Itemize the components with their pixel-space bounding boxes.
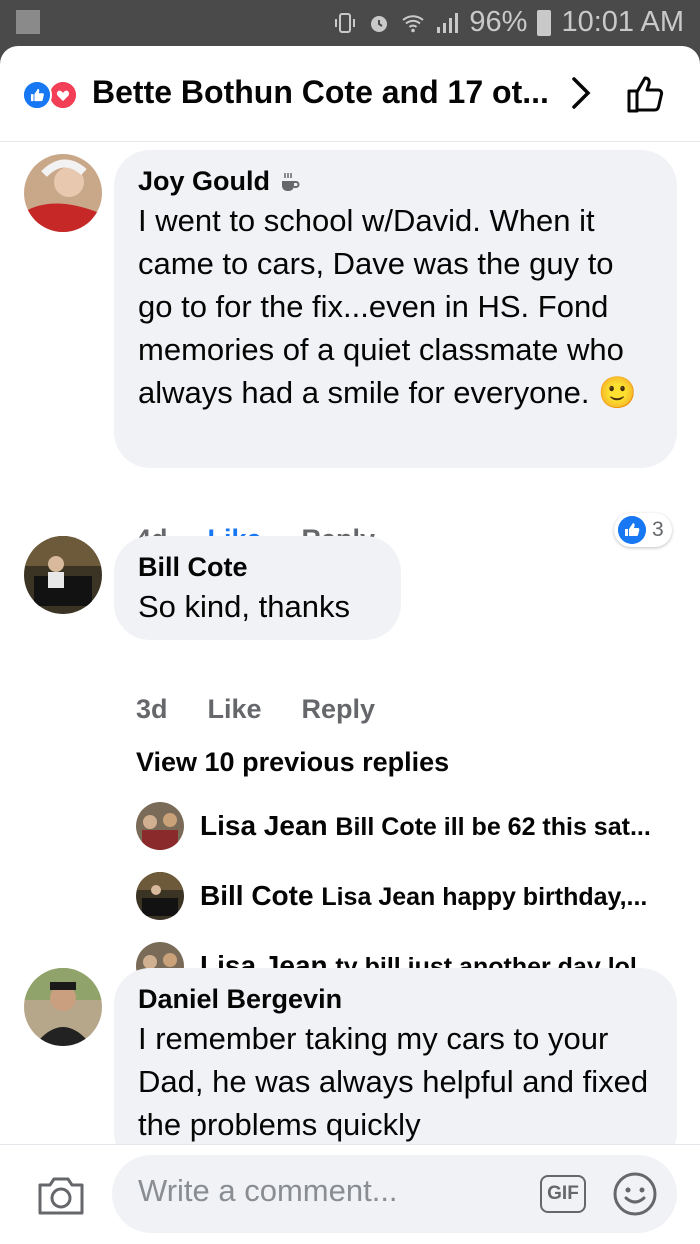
app-notification-icon	[16, 10, 40, 34]
comment-author[interactable]: Daniel Bergevin	[138, 984, 342, 1015]
battery-icon	[537, 9, 552, 36]
reply-author[interactable]: Lisa Jean	[200, 810, 328, 841]
comment-text: I remember taking my cars to your Dad, h…	[138, 1021, 649, 1142]
wifi-icon	[402, 14, 425, 32]
avatar-joy-gould[interactable]	[24, 154, 102, 232]
comment-input[interactable]: Write a comment... GIF	[112, 1155, 677, 1233]
comment-reaction-count[interactable]: 3	[614, 513, 672, 547]
clock: 10:01 AM	[561, 6, 684, 38]
gif-button[interactable]: GIF	[540, 1175, 586, 1213]
reply-author[interactable]: Bill Cote	[200, 880, 314, 911]
coffee-cup-icon	[282, 172, 300, 191]
view-previous-replies-link[interactable]: View 10 previous replies	[136, 747, 449, 778]
like-reaction-icon	[22, 80, 52, 110]
alarm-icon	[371, 15, 388, 32]
comments-sheet: Bette Bothun Cote and 17 ot... Joy Gould…	[0, 46, 700, 1244]
reaction-icons	[22, 80, 82, 110]
emoji-icon[interactable]	[612, 1171, 658, 1217]
vibrate-icon	[335, 12, 356, 33]
comment-input-placeholder: Write a comment...	[138, 1173, 398, 1208]
reply-text: Bill Cote ill be 62 this sat...	[335, 813, 651, 841]
chevron-right-icon[interactable]	[566, 76, 596, 110]
love-reaction-icon	[48, 80, 78, 110]
comment-time: 3d	[136, 694, 168, 724]
like-post-button[interactable]	[624, 72, 668, 116]
like-comment-button[interactable]: Like	[208, 694, 262, 725]
comment-author[interactable]: Bill Cote	[138, 552, 248, 583]
comment-actions: 3d Like Reply	[136, 694, 375, 725]
like-reaction-icon	[618, 516, 646, 544]
reply-row[interactable]: Bill Cote Lisa Jean happy birthday,...	[136, 872, 647, 920]
battery-percent: 96%	[469, 6, 528, 38]
comment-bubble[interactable]: Daniel Bergevin I remember taking my car…	[114, 968, 677, 1144]
camera-icon[interactable]	[36, 1173, 86, 1217]
reply-comment-button[interactable]: Reply	[302, 694, 376, 725]
comment-bubble[interactable]: Joy Gould I went to school w/David. When…	[114, 150, 677, 468]
reaction-count-value: 3	[652, 518, 664, 541]
avatar-daniel-bergevin[interactable]	[24, 968, 102, 1046]
avatar-lisa-jean[interactable]	[136, 802, 184, 850]
comment-composer: Write a comment... GIF	[0, 1144, 700, 1244]
comment-bubble[interactable]: Bill Cote So kind, thanks	[114, 536, 401, 640]
avatar-bill-cote[interactable]	[136, 872, 184, 920]
comments-list[interactable]: Joy Gould I went to school w/David. When…	[0, 142, 700, 1144]
reply-row[interactable]: Lisa Jean Bill Cote ill be 62 this sat..…	[136, 802, 651, 850]
comment-text: So kind, thanks	[138, 589, 350, 624]
comment-author[interactable]: Joy Gould	[138, 166, 270, 197]
signal-icon	[437, 12, 459, 33]
reply-text: Lisa Jean happy birthday,...	[321, 883, 648, 911]
reactions-header[interactable]: Bette Bothun Cote and 17 ot...	[0, 46, 700, 142]
status-bar: 96% 10:01 AM	[0, 0, 700, 46]
reactors-title[interactable]: Bette Bothun Cote and 17 ot...	[92, 74, 549, 111]
avatar-bill-cote[interactable]	[24, 536, 102, 614]
comment-text: I went to school w/David. When it came t…	[138, 203, 637, 410]
